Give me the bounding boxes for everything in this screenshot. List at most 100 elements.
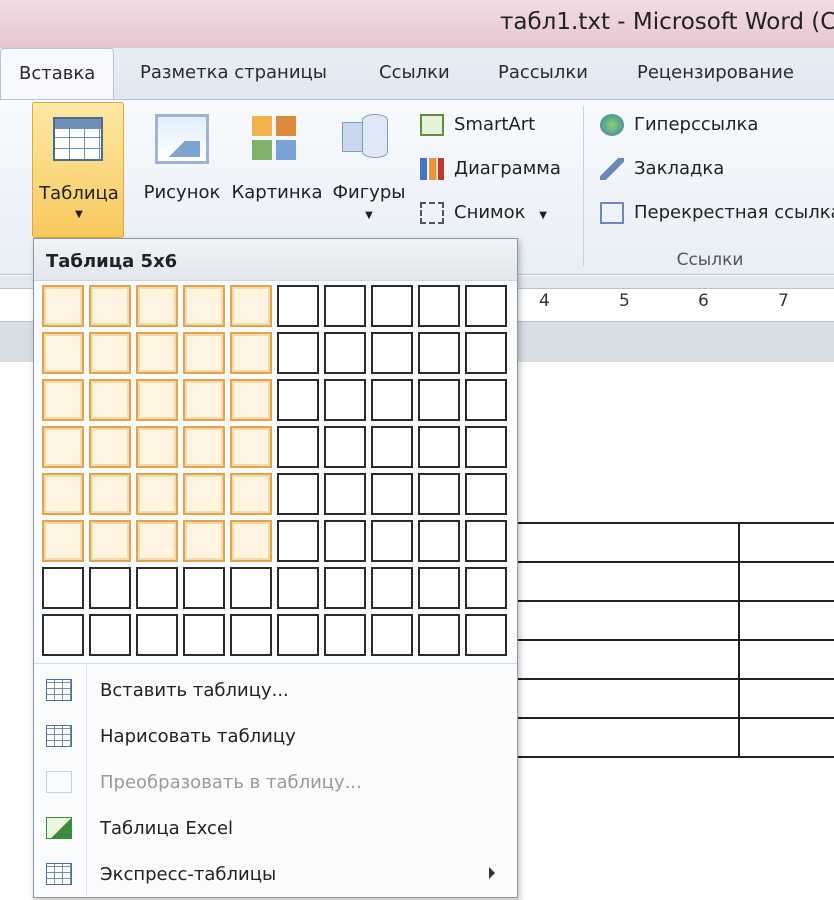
grid-cell[interactable] [371, 285, 413, 327]
screenshot-button[interactable]: Снимок ▼ [418, 198, 547, 228]
grid-cell[interactable] [465, 285, 507, 327]
grid-cell[interactable] [183, 520, 225, 562]
grid-cell[interactable] [418, 567, 460, 609]
grid-cell[interactable] [324, 614, 366, 656]
tab-review[interactable]: Рецензирование [637, 48, 794, 100]
tab-references[interactable]: Ссылки [379, 48, 450, 100]
grid-cell[interactable] [418, 473, 460, 515]
grid-cell[interactable] [418, 285, 460, 327]
grid-cell[interactable] [183, 285, 225, 327]
grid-cell[interactable] [324, 567, 366, 609]
grid-cell[interactable] [277, 379, 319, 421]
grid-cell[interactable] [277, 520, 319, 562]
grid-cell[interactable] [277, 614, 319, 656]
grid-cell[interactable] [371, 567, 413, 609]
grid-cell[interactable] [42, 426, 84, 468]
hyperlink-button[interactable]: Гиперссылка [598, 110, 758, 140]
grid-cell[interactable] [183, 332, 225, 374]
grid-cell[interactable] [371, 520, 413, 562]
clipart-button[interactable]: Картинка [230, 102, 324, 232]
grid-cell[interactable] [371, 426, 413, 468]
grid-cell[interactable] [89, 426, 131, 468]
smartart-button[interactable]: SmartArt [418, 110, 535, 140]
menu-item-draw-table[interactable]: Нарисовать таблицу [34, 715, 517, 759]
grid-cell[interactable] [136, 520, 178, 562]
grid-cell[interactable] [465, 520, 507, 562]
grid-cell[interactable] [277, 567, 319, 609]
grid-cell[interactable] [42, 520, 84, 562]
grid-cell[interactable] [324, 520, 366, 562]
grid-cell[interactable] [418, 332, 460, 374]
grid-cell[interactable] [418, 614, 460, 656]
grid-cell[interactable] [230, 285, 272, 327]
grid-cell[interactable] [42, 285, 84, 327]
grid-cell[interactable] [42, 379, 84, 421]
grid-cell[interactable] [136, 285, 178, 327]
grid-cell[interactable] [371, 473, 413, 515]
tab-page-layout[interactable]: Разметка страницы [140, 48, 327, 100]
grid-cell[interactable] [183, 614, 225, 656]
grid-cell[interactable] [42, 567, 84, 609]
document-table[interactable] [505, 522, 834, 758]
grid-cell[interactable] [136, 614, 178, 656]
shapes-button[interactable]: Фигуры ▼ [330, 102, 408, 238]
tab-mailings[interactable]: Рассылки [498, 48, 588, 100]
grid-cell[interactable] [465, 567, 507, 609]
grid-cell[interactable] [371, 614, 413, 656]
grid-cell[interactable] [324, 379, 366, 421]
menu-item-quick-tables[interactable]: Экспресс-таблицы [34, 853, 517, 897]
grid-cell[interactable] [183, 426, 225, 468]
grid-cell[interactable] [465, 614, 507, 656]
grid-cell[interactable] [324, 332, 366, 374]
grid-cell[interactable] [230, 614, 272, 656]
grid-cell[interactable] [136, 426, 178, 468]
grid-cell[interactable] [371, 332, 413, 374]
grid-cell[interactable] [42, 332, 84, 374]
picture-button[interactable]: Рисунок [140, 102, 224, 232]
grid-cell[interactable] [89, 520, 131, 562]
grid-cell[interactable] [277, 473, 319, 515]
tab-insert[interactable]: Вставка [0, 48, 115, 100]
grid-cell[interactable] [230, 426, 272, 468]
menu-item-insert-table[interactable]: Вставить таблицу... [34, 669, 517, 713]
grid-cell[interactable] [230, 567, 272, 609]
grid-cell[interactable] [230, 473, 272, 515]
grid-cell[interactable] [277, 332, 319, 374]
grid-cell[interactable] [136, 332, 178, 374]
grid-cell[interactable] [324, 426, 366, 468]
grid-cell[interactable] [418, 379, 460, 421]
grid-cell[interactable] [42, 614, 84, 656]
grid-cell[interactable] [183, 379, 225, 421]
grid-cell[interactable] [183, 473, 225, 515]
grid-cell[interactable] [277, 426, 319, 468]
grid-cell[interactable] [465, 332, 507, 374]
grid-cell[interactable] [230, 379, 272, 421]
grid-cell[interactable] [324, 285, 366, 327]
chart-button[interactable]: Диаграмма [418, 154, 561, 184]
grid-cell[interactable] [465, 473, 507, 515]
grid-cell[interactable] [89, 332, 131, 374]
grid-cell[interactable] [89, 379, 131, 421]
grid-cell[interactable] [89, 473, 131, 515]
grid-cell[interactable] [230, 520, 272, 562]
grid-cell[interactable] [136, 473, 178, 515]
grid-cell[interactable] [136, 379, 178, 421]
bookmark-button[interactable]: Закладка [598, 154, 724, 184]
grid-cell[interactable] [465, 426, 507, 468]
grid-cell[interactable] [418, 520, 460, 562]
grid-cell[interactable] [324, 473, 366, 515]
table-button[interactable]: Таблица ▼ [32, 102, 124, 238]
menu-item-excel-table[interactable]: Таблица Excel [34, 807, 517, 851]
grid-cell[interactable] [230, 332, 272, 374]
cross-reference-button[interactable]: Перекрестная ссылка [598, 198, 834, 228]
grid-cell[interactable] [183, 567, 225, 609]
grid-cell[interactable] [465, 379, 507, 421]
grid-cell[interactable] [136, 567, 178, 609]
grid-cell[interactable] [89, 614, 131, 656]
grid-cell[interactable] [42, 473, 84, 515]
grid-cell[interactable] [418, 426, 460, 468]
grid-cell[interactable] [277, 285, 319, 327]
grid-cell[interactable] [371, 379, 413, 421]
grid-cell[interactable] [89, 567, 131, 609]
grid-cell[interactable] [89, 285, 131, 327]
